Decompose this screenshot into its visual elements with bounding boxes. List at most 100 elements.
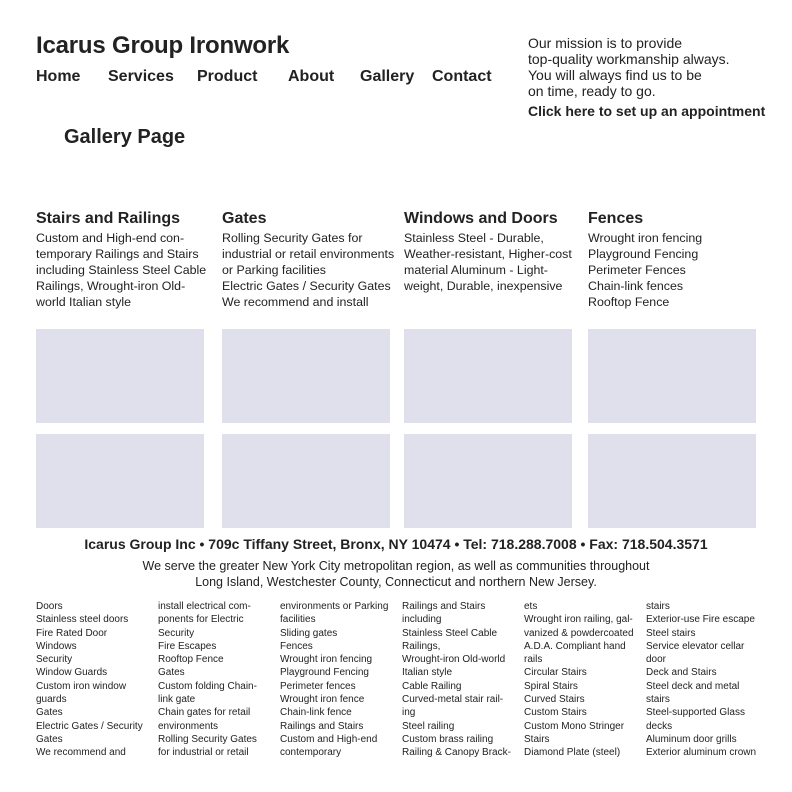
footer-link[interactable]: Spiral Stairs [524,680,634,693]
footer-link[interactable]: Chain-link fence [280,706,388,719]
footer-link[interactable]: ing [402,706,511,719]
footer-link[interactable]: Custom Stairs [524,706,634,719]
category-desc-line: Stainless Steel - Durable, [404,231,544,245]
service-area-line: We serve the greater New York City metro… [142,559,650,573]
footer-link[interactable]: facilities [280,613,388,626]
footer-link[interactable]: Playground Fencing [280,666,388,679]
footer-link[interactable]: Railings and Stairs [402,600,511,613]
nav-product[interactable]: Product [197,68,257,86]
footer-link[interactable]: Custom and High-end [280,733,388,746]
footer-link[interactable]: Steel railing [402,720,511,733]
footer-link[interactable]: environments [158,720,257,733]
footer-link[interactable]: Steel-supported Glass [646,706,756,719]
footer-link[interactable]: Deck and Stairs [646,666,756,679]
footer-link[interactable]: ets [524,600,634,613]
footer-link[interactable]: Fire Rated Door [36,627,143,640]
appointment-link[interactable]: Click here to set up an appointment [528,103,765,119]
footer-link[interactable]: Curved-metal stair rail- [402,693,511,706]
gallery-image-fences-1[interactable] [588,329,756,423]
footer-link[interactable]: Window Guards [36,666,143,679]
footer-link[interactable]: rails [524,653,634,666]
category-desc-line: Playground Fencing [588,247,699,261]
footer-link[interactable]: Rolling Security Gates [158,733,257,746]
footer-link[interactable]: Custom iron window [36,680,143,693]
footer-link[interactable]: Curved Stairs [524,693,634,706]
footer-link[interactable]: Fire Escapes [158,640,257,653]
service-area: We serve the greater New York City metro… [0,558,792,590]
footer-link[interactable]: Electric Gates / Security [36,720,143,733]
category-desc-line: Perimeter Fences [588,263,686,277]
footer-link[interactable]: for industrial or retail [158,746,257,759]
footer-link[interactable]: Exterior-use Fire escape [646,613,756,626]
footer-link[interactable]: Circular Stairs [524,666,634,679]
footer-link[interactable]: environments or Parking [280,600,388,613]
nav-home[interactable]: Home [36,68,80,86]
footer-link[interactable]: Italian style [402,666,511,679]
footer-link[interactable]: contemporary [280,746,388,759]
nav-gallery[interactable]: Gallery [360,68,414,86]
footer-link[interactable]: Doors [36,600,143,613]
footer-link[interactable]: Windows [36,640,143,653]
footer-link[interactable]: Wrought iron railing, gal- [524,613,634,626]
footer-link[interactable]: Sliding gates [280,627,388,640]
footer-link[interactable]: Stainless Steel Cable [402,627,511,640]
footer-link[interactable]: Fences [280,640,388,653]
footer-link[interactable]: stairs [646,600,756,613]
footer-link[interactable]: Railing & Canopy Brack- [402,746,511,759]
nav-services[interactable]: Services [108,68,174,86]
footer-link[interactable]: Gates [36,733,143,746]
footer-link[interactable]: Steel stairs [646,627,756,640]
nav-contact[interactable]: Contact [432,68,492,86]
gallery-image-fences-2[interactable] [588,434,756,528]
gallery-image-gates-1[interactable] [222,329,390,423]
footer-link[interactable]: Exterior aluminum crown [646,746,756,759]
category-windows-doors: Windows and Doors Stainless Steel - Dura… [404,210,572,294]
footer-link[interactable]: Wrought-iron Old-world [402,653,511,666]
gallery-image-windows-1[interactable] [404,329,572,423]
gallery-image-stairs-1[interactable] [36,329,204,423]
footer-link[interactable]: including [402,613,511,626]
footer-link[interactable]: Service elevator cellar [646,640,756,653]
footer-link[interactable]: install electrical com- [158,600,257,613]
page-title: Gallery Page [64,126,186,148]
footer-link[interactable]: Steel deck and metal [646,680,756,693]
footer-link[interactable]: ponents for Electric [158,613,257,626]
footer-link[interactable]: Custom Mono Stringer [524,720,634,733]
footer-link[interactable]: Gates [36,706,143,719]
mission-line: You will always find us to be [528,67,702,83]
gallery-image-stairs-2[interactable] [36,434,204,528]
footer-address: Icarus Group Inc • 709c Tiffany Street, … [84,536,708,552]
category-gates: Gates Rolling Security Gates for industr… [222,210,394,310]
category-title: Stairs and Railings [36,210,181,227]
footer-link[interactable]: Rooftop Fence [158,653,257,666]
footer-link[interactable]: guards [36,693,143,706]
footer-link[interactable]: Security [36,653,143,666]
footer-link[interactable]: link gate [158,693,257,706]
footer-link[interactable]: A.D.A. Compliant hand [524,640,634,653]
footer-link[interactable]: stairs [646,693,756,706]
footer-link[interactable]: Custom brass railing [402,733,511,746]
footer-link[interactable]: Wrought iron fence [280,693,388,706]
footer-link[interactable]: door [646,653,756,666]
footer-link[interactable]: We recommend and [36,746,143,759]
footer-link[interactable]: Gates [158,666,257,679]
footer-link[interactable]: Railings, [402,640,511,653]
category-desc-line: temporary Railings and Stairs [36,247,199,261]
footer-link[interactable]: Aluminum door grills [646,733,756,746]
footer-link[interactable]: Diamond Plate (steel) [524,746,634,759]
footer-link[interactable]: Cable Railing [402,680,511,693]
footer-link[interactable]: Railings and Stairs [280,720,388,733]
gallery-image-gates-2[interactable] [222,434,390,528]
footer-link[interactable]: vanized & powdercoated [524,627,634,640]
footer-link[interactable]: Stairs [524,733,634,746]
nav-about[interactable]: About [288,68,334,86]
category-desc-line: Electric Gates / Security Gates [222,279,391,293]
footer-link[interactable]: decks [646,720,756,733]
gallery-image-windows-2[interactable] [404,434,572,528]
footer-link[interactable]: Security [158,627,257,640]
footer-link[interactable]: Wrought iron fencing [280,653,388,666]
footer-link[interactable]: Custom folding Chain- [158,680,257,693]
footer-link[interactable]: Chain gates for retail [158,706,257,719]
footer-link[interactable]: Perimeter fences [280,680,388,693]
footer-link[interactable]: Stainless steel doors [36,613,143,626]
